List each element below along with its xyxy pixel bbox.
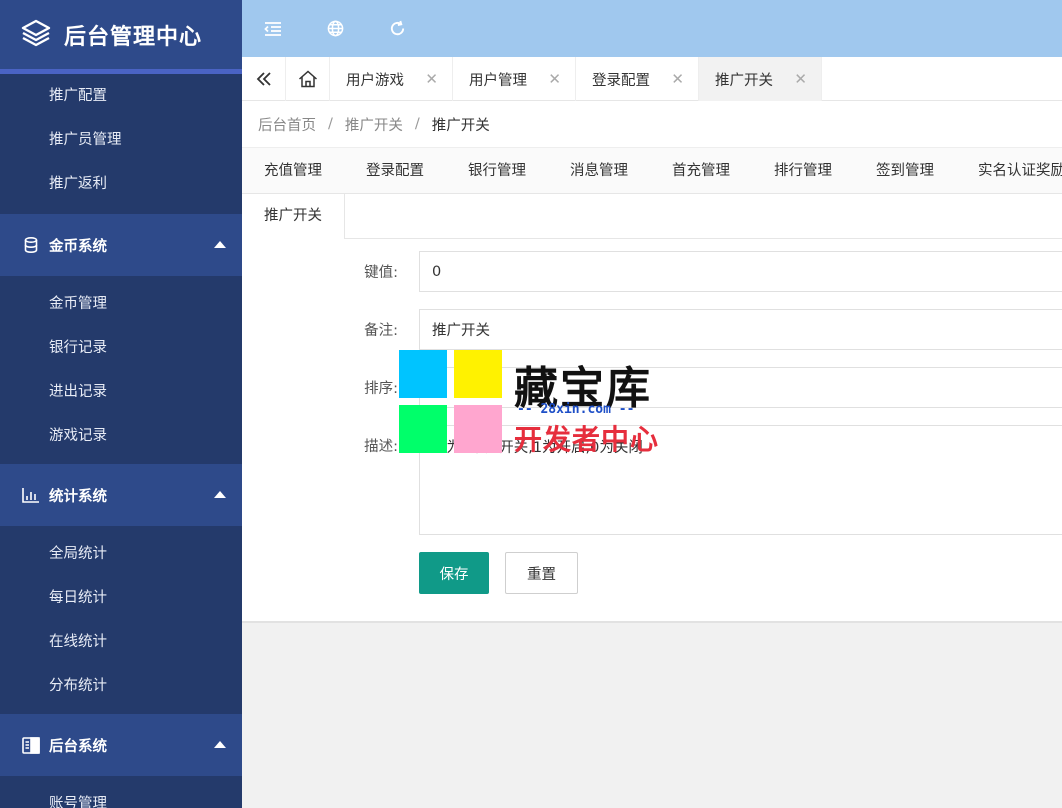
config-subtabs: 充值管理 登录配置 银行管理 消息管理 首充管理 排行管理 签到管理 实名认证奖… [242,148,1062,194]
subtab-checkin[interactable]: 签到管理 [854,148,956,194]
reset-button[interactable]: 重置 [505,552,578,594]
sidebar-submenu-coin: 金币管理 银行记录 进出记录 游戏记录 [0,276,242,464]
menu-collapse-icon[interactable] [242,0,304,57]
sidebar-group-admin[interactable]: 后台系统 [0,714,242,776]
sidebar-item-promo-config[interactable]: 推广配置 [0,74,242,118]
close-icon[interactable]: ✕ [671,70,684,88]
sidebar-item-global-stats[interactable]: 全局统计 [0,532,242,576]
close-icon[interactable]: ✕ [794,70,807,88]
sidebar-item-online-stats[interactable]: 在线统计 [0,620,242,664]
book-icon [22,736,40,754]
desc-label: 描述: [364,439,398,455]
sidebar-item-promo-rebate[interactable]: 推广返利 [0,162,242,206]
subtab-first-recharge[interactable]: 首充管理 [650,148,752,194]
sidebar-item-daily-stats[interactable]: 每日统计 [0,576,242,620]
note-input[interactable]: 推广开关 [419,309,1062,350]
watermark-subtitle: 开发者中心 [514,423,660,456]
subtab-ranking[interactable]: 排行管理 [752,148,854,194]
watermark-square-pink [454,405,502,453]
sidebar: 后台管理中心 推广配置 推广员管理 推广返利 金币系统 金币管理 银行记录 进出… [0,0,242,808]
sidebar-group-label: 统计系统 [49,488,107,505]
tab-label: 推广开关 [715,72,773,89]
subtab-promo-switch[interactable]: 推广开关 [242,194,345,239]
caret-up-icon [214,741,226,748]
home-icon[interactable] [286,57,330,101]
layers-icon [20,17,52,53]
caret-up-icon [214,241,226,248]
close-icon[interactable]: ✕ [548,70,561,88]
breadcrumb-separator: / [328,116,333,132]
top-header [242,0,1062,57]
tab-bar: 用户游戏 ✕ 用户管理 ✕ 登录配置 ✕ 推广开关 ✕ [242,57,1062,101]
breadcrumb-parent[interactable]: 推广开关 [345,114,403,135]
form-row-note: 备注: 推广开关 [242,309,1062,350]
note-label: 备注: [364,323,398,339]
subtab-bank[interactable]: 银行管理 [446,148,548,194]
breadcrumb-separator: / [414,116,420,132]
app-title: 后台管理中心 [64,24,203,50]
breadcrumb-current: 推广开关 [431,117,490,134]
sidebar-item-account-manage[interactable]: 账号管理 [0,782,242,808]
tab-promo-switch[interactable]: 推广开关 ✕ [699,57,822,101]
sidebar-submenu-promo: 推广配置 推广员管理 推广返利 [0,74,242,206]
sidebar-item-dist-stats[interactable]: 分布统计 [0,664,242,708]
sort-label: 排序: [364,381,398,397]
key-label: 键值: [364,265,398,281]
tab-label: 登录配置 [592,72,650,89]
tab-login-config[interactable]: 登录配置 ✕ [576,57,699,101]
subtab-login-config[interactable]: 登录配置 [344,148,446,194]
watermark-square-yellow [454,350,502,398]
sidebar-group-label: 金币系统 [49,238,107,255]
caret-up-icon [214,491,226,498]
tab-user-manage[interactable]: 用户管理 ✕ [453,57,576,101]
watermark-square-green [399,405,447,453]
watermark: 藏宝库 -- 28xin.com -- 开发者中心 [399,350,669,456]
tab-label: 用户游戏 [346,72,404,89]
refresh-icon[interactable] [366,0,428,57]
tab-user-game[interactable]: 用户游戏 ✕ [330,57,453,101]
subtab-message[interactable]: 消息管理 [548,148,650,194]
watermark-square-blue [399,350,447,398]
form-row-key: 键值: 0 [242,251,1062,292]
breadcrumb-home[interactable]: 后台首页 [258,114,316,135]
globe-icon[interactable] [304,0,366,57]
bar-chart-icon [22,486,40,504]
breadcrumb: 后台首页 / 推广开关 / 推广开关 [242,101,1062,148]
sidebar-item-inout-record[interactable]: 进出记录 [0,370,242,414]
sidebar-submenu-admin: 账号管理 [0,776,242,808]
sidebar-item-game-record[interactable]: 游戏记录 [0,414,242,458]
save-button[interactable]: 保存 [419,552,489,594]
key-input[interactable]: 0 [419,251,1062,292]
subtab-recharge[interactable]: 充值管理 [242,148,344,194]
sidebar-group-coin[interactable]: 金币系统 [0,214,242,276]
close-icon[interactable]: ✕ [425,70,438,88]
sidebar-group-stats[interactable]: 统计系统 [0,464,242,526]
sidebar-group-label: 后台系统 [49,738,107,755]
database-icon [22,236,40,254]
tab-label: 用户管理 [469,72,527,89]
sidebar-item-promoter-manage[interactable]: 推广员管理 [0,118,242,162]
subtab-realname-reward[interactable]: 实名认证奖励 [956,148,1062,194]
sidebar-item-bank-record[interactable]: 银行记录 [0,326,242,370]
config-subtabs-row2: 推广开关 [242,194,1062,239]
sidebar-item-coin-manage[interactable]: 金币管理 [0,282,242,326]
app-logo[interactable]: 后台管理中心 [0,0,242,74]
double-chevron-left-icon[interactable] [242,57,286,101]
sidebar-submenu-stats: 全局统计 每日统计 在线统计 分布统计 [0,526,242,714]
watermark-url: -- 28xin.com -- [517,402,635,417]
